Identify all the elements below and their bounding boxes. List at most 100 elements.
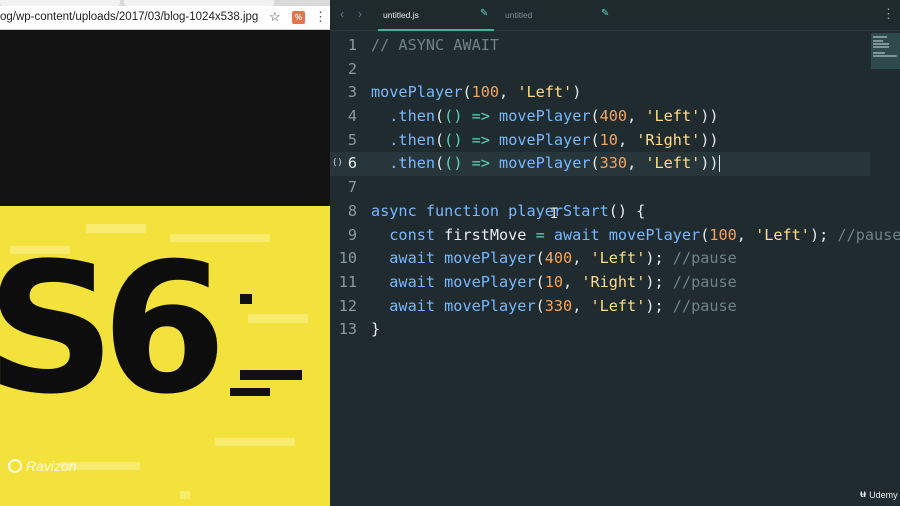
page-background xyxy=(0,31,330,206)
code-text[interactable]: await movePlayer(400, 'Left'); //pause xyxy=(371,247,737,271)
es6-logo-text: S6 xyxy=(0,225,227,434)
code-line[interactable]: 8 async function playerStart() { xyxy=(330,200,870,224)
line-number: 7 xyxy=(347,178,357,197)
code-token: () => xyxy=(444,154,490,173)
code-token: //pause xyxy=(837,225,900,244)
code-token: ( xyxy=(590,107,600,126)
code-line[interactable]: 2 xyxy=(330,58,870,82)
code-token: 'Right' xyxy=(636,130,701,149)
kebab-menu-icon[interactable]: ⋮ xyxy=(314,9,327,25)
code-token: movePlayer xyxy=(444,272,536,291)
kebab-menu-icon[interactable]: ⋮ xyxy=(882,6,895,22)
code-token: ( xyxy=(700,225,710,244)
code-line[interactable]: 10 await movePlayer(400, 'Left'); //paus… xyxy=(330,247,870,271)
dark-stripe xyxy=(240,370,302,380)
udemy-label: Udemy xyxy=(869,489,898,500)
code-token: ); xyxy=(645,296,673,315)
code-token: , xyxy=(736,225,756,244)
code-editor: ‹ › untitled.js ✎ untitled ✎ ⋮ 1 // ASYNC… xyxy=(330,0,900,506)
code-token: .then xyxy=(371,130,436,149)
code-token: ( xyxy=(462,83,472,102)
code-token: , xyxy=(563,272,582,291)
code-token: // ASYNC AWAIT xyxy=(371,36,500,54)
code-token: 'Left' xyxy=(645,154,701,173)
code-token: , xyxy=(617,130,637,149)
code-text[interactable]: const firstMove = await movePlayer(100, … xyxy=(371,224,900,248)
code-text[interactable]: async function playerStart() { xyxy=(371,200,645,224)
code-text[interactable]: .then(() => movePlayer(10, 'Right')) xyxy=(371,129,719,153)
code-token: playerStart xyxy=(508,201,609,220)
code-text[interactable]: // ASYNC AWAIT xyxy=(371,34,499,58)
chevron-right-icon[interactable]: › xyxy=(358,7,362,21)
tab-untitled-js[interactable]: untitled.js xyxy=(383,10,419,20)
minimap[interactable] xyxy=(871,33,900,69)
code-token: ); xyxy=(645,249,673,268)
code-token: 10 xyxy=(544,272,564,291)
code-line[interactable]: 11 await movePlayer(10, 'Right'); //paus… xyxy=(330,271,870,295)
code-text[interactable]: await movePlayer(330, 'Left'); //pause xyxy=(371,295,737,319)
address-bar[interactable]: og/wp-content/uploads/2017/03/blog-1024x… xyxy=(0,6,330,30)
code-token: //pause xyxy=(672,296,737,315)
code-token: await xyxy=(371,249,445,268)
code-token: async function xyxy=(371,201,509,220)
code-token: ( xyxy=(535,249,545,268)
star-icon[interactable]: ☆ xyxy=(269,9,281,25)
code-token: , xyxy=(499,83,518,102)
code-line[interactable]: 3 movePlayer(100, 'Left') xyxy=(330,81,870,105)
minimap-line xyxy=(873,40,883,42)
code-area[interactable]: 1 // ASYNC AWAIT 2 3 movePlayer(100, 'Left')… xyxy=(330,34,900,342)
code-token: ( xyxy=(590,130,600,149)
code-token: movePlayer xyxy=(608,225,701,244)
code-token: 'Left' xyxy=(755,225,810,244)
code-text[interactable]: movePlayer(100, 'Left') xyxy=(371,81,581,105)
code-text[interactable]: .then(() => movePlayer(400, 'Left')) xyxy=(371,105,718,129)
url-text[interactable]: og/wp-content/uploads/2017/03/blog-1024x… xyxy=(0,11,258,23)
extension-icon[interactable]: % xyxy=(292,11,305,24)
code-text[interactable]: .then(() => movePlayer(330, 'Left')) xyxy=(371,152,720,176)
line-number: 13 xyxy=(338,320,357,339)
blog-image: S6 Ravizon xyxy=(0,206,330,506)
code-token: //pause xyxy=(672,249,737,268)
code-line[interactable]: 7 xyxy=(330,176,870,200)
text-cursor xyxy=(718,155,720,173)
line-number: 8 xyxy=(347,201,357,220)
code-token: 'Right' xyxy=(581,272,646,291)
stripe xyxy=(215,438,295,446)
code-token: 'Left' xyxy=(590,296,646,315)
code-token: movePlayer xyxy=(371,83,463,102)
line-number: 1 xyxy=(347,36,357,54)
code-line[interactable]: 9 const firstMove = await movePlayer(100… xyxy=(330,224,900,248)
line-number: 3 xyxy=(347,83,357,102)
tab-untitled[interactable]: untitled xyxy=(505,10,532,20)
code-token: 400 xyxy=(599,107,628,126)
code-token: ( xyxy=(435,130,445,149)
code-token: ( xyxy=(435,107,445,126)
code-line[interactable]: 12 await movePlayer(330, 'Left'); //paus… xyxy=(330,295,870,319)
code-line[interactable]: 13} xyxy=(330,318,870,342)
line-number: 9 xyxy=(347,225,357,244)
minimap-line xyxy=(873,36,887,38)
chevron-left-icon[interactable]: ‹ xyxy=(340,7,344,21)
active-tab-indicator xyxy=(378,29,494,31)
code-token: , xyxy=(627,154,646,173)
code-token: movePlayer xyxy=(499,154,591,173)
code-token: () => xyxy=(444,107,490,126)
code-token: .then xyxy=(371,107,436,126)
code-token: movePlayer xyxy=(444,249,536,268)
code-text[interactable]: await movePlayer(10, 'Right'); //pause xyxy=(371,271,737,295)
code-line[interactable]: () 6 .then(() => movePlayer(330, 'Left')) xyxy=(330,152,870,177)
code-token: ( xyxy=(590,154,600,173)
code-token: )) xyxy=(700,130,719,149)
code-line[interactable]: 4 .then(() => movePlayer(400, 'Left')) xyxy=(330,105,870,129)
line-number: 2 xyxy=(347,59,357,78)
code-token: , xyxy=(627,107,646,126)
code-token: await xyxy=(371,296,445,315)
minimap-line xyxy=(873,52,885,54)
code-line[interactable]: 1 // ASYNC AWAIT xyxy=(330,34,870,58)
dark-stripe xyxy=(240,294,252,304)
code-token: () { xyxy=(608,201,646,220)
code-text[interactable]: } xyxy=(371,318,380,342)
code-line[interactable]: 5 .then(() => movePlayer(10, 'Right')) xyxy=(330,129,870,153)
code-token: await xyxy=(553,225,609,244)
